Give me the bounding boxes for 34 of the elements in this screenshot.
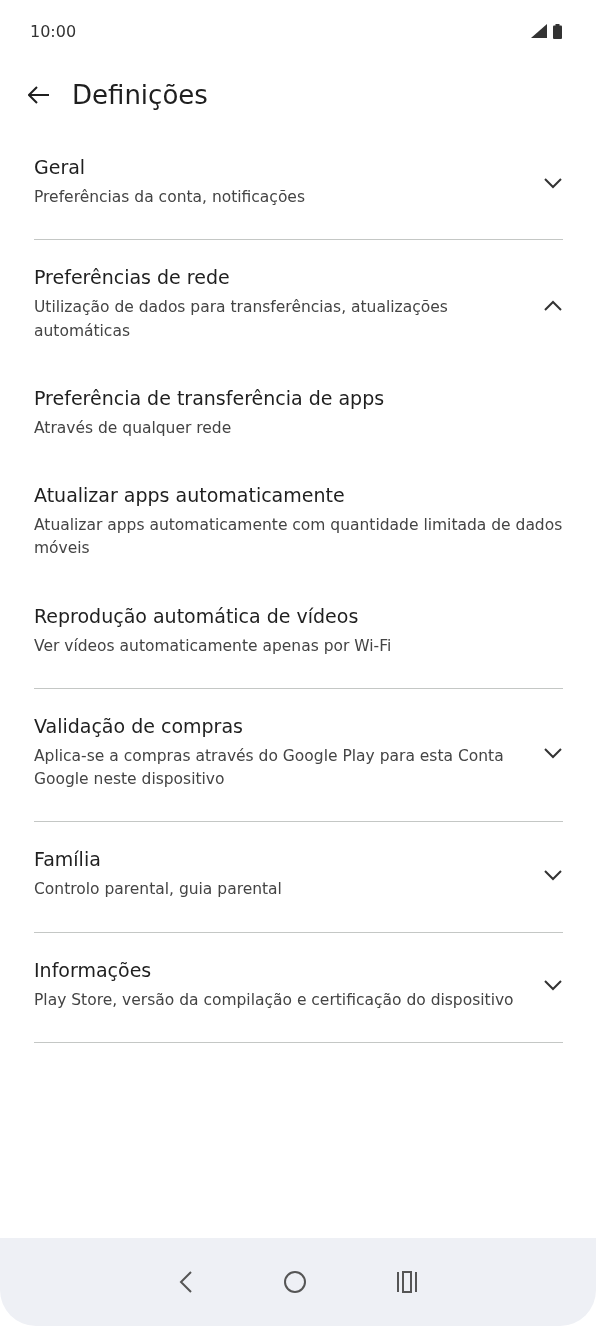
chevron-icon[interactable]	[543, 979, 563, 992]
section-title: Validação de compras	[34, 714, 244, 737]
setting-subtitle: Ver vídeos automaticamente apenas por Wi-Fi	[34, 635, 393, 657]
setting-title[interactable]: Preferência de transferência de apps	[34, 386, 563, 409]
section-subtitle: Preferências da conta, notificações	[34, 187, 306, 208]
settings-section[interactable]: Validação de compras Aplica-se a compras através do Google Play para esta Conta Google neste dispositivo	[34, 688, 563, 822]
section-subtitle: Play Store, versão da compilação e certificação do dispositivo	[34, 989, 515, 1011]
back-arrow-icon[interactable]	[28, 86, 50, 104]
section-title: Família	[34, 848, 102, 871]
chevron-icon[interactable]	[543, 868, 563, 881]
battery-icon	[553, 23, 562, 39]
settings-section[interactable]: Preferências de rede Utilização de dados para transferências, atualizações automáticas	[34, 240, 563, 373]
status-time: 10:00	[30, 21, 77, 41]
section-subtitle: Controlo parental, guia parental	[34, 879, 283, 901]
section-subtitle: Utilização de dados para transferências, atualizações automáticas	[34, 297, 449, 342]
page-title: Definições	[72, 80, 208, 110]
setting-subtitle: Atualizar apps automaticamente com quantidade limitada de dados móveis	[34, 515, 563, 560]
setting-subtitle: Através de qualquer rede	[34, 417, 233, 439]
setting-title[interactable]: Reprodução automática de vídeos	[34, 604, 563, 627]
chevron-icon[interactable]	[543, 298, 563, 311]
home-icon[interactable]	[283, 1270, 307, 1294]
settings-section[interactable]: Geral Preferências da conta, notificações	[34, 130, 563, 240]
section-subtitle: Aplica-se a compras através do Google Play para esta Conta Google neste dispositivo	[34, 745, 505, 790]
section-title: Informações	[34, 958, 153, 981]
settings-section[interactable]: Informações Play Store, versão da compilação e certificação do dispositivo	[34, 932, 563, 1042]
chevron-icon[interactable]	[543, 747, 563, 759]
section-title: Preferências de rede	[34, 266, 231, 289]
section-title: Geral	[34, 156, 87, 178]
recents-icon[interactable]	[397, 1271, 417, 1293]
back-icon[interactable]	[179, 1271, 193, 1293]
chevron-icon[interactable]	[543, 176, 563, 189]
settings-section[interactable]: Família Controlo parental, guia parental	[34, 822, 563, 932]
signal-icon	[531, 24, 547, 38]
setting-title[interactable]: Atualizar apps automaticamente	[34, 484, 563, 506]
